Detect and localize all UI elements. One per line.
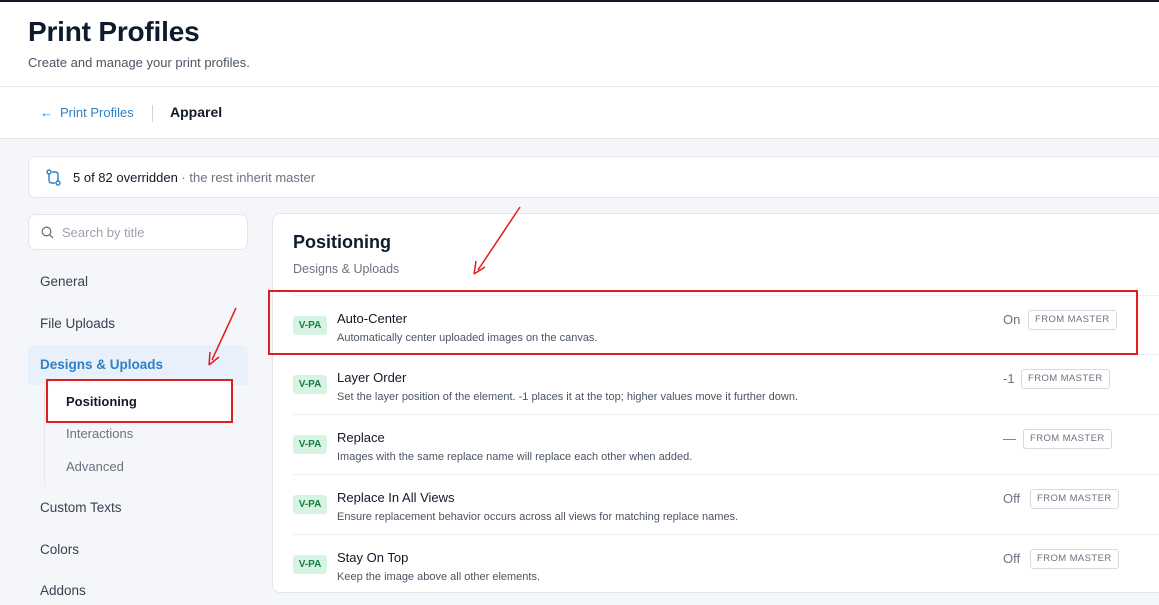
subnav-item-advanced[interactable]: Advanced xyxy=(66,459,124,474)
sidebar-item-colors[interactable]: Colors xyxy=(40,542,79,557)
setting-value: — xyxy=(1003,431,1016,446)
arrow-left-icon: ← xyxy=(40,105,53,120)
setting-value: Off xyxy=(1003,551,1021,566)
setting-badge: V-PA xyxy=(293,555,327,574)
setting-row[interactable]: V-PA Auto-Center Automatically center up… xyxy=(293,295,1159,355)
sidebar-item-general[interactable]: General xyxy=(40,274,88,289)
sidebar-item-addons[interactable]: Addons xyxy=(40,583,86,598)
search-icon xyxy=(41,226,54,239)
git-compare-icon xyxy=(46,169,61,186)
override-rest: · the rest inherit master xyxy=(177,170,316,185)
page-subtitle: Create and manage your print profiles. xyxy=(28,55,250,70)
from-master-tag[interactable]: FROM MASTER xyxy=(1030,489,1119,509)
setting-description: Images with the same replace name will r… xyxy=(337,451,693,463)
back-link[interactable]: ← Print Profiles xyxy=(40,105,134,120)
sidebar-item-designs-uploads[interactable]: Designs & Uploads xyxy=(40,357,163,372)
setting-row[interactable]: V-PA Replace In All Views Ensure replace… xyxy=(293,474,1159,534)
breadcrumb-divider xyxy=(152,105,153,122)
setting-description: Set the layer position of the element. -… xyxy=(337,391,799,403)
setting-description: Ensure replacement behavior occurs acros… xyxy=(337,511,739,523)
override-summary: 5 of 82 overridden · the rest inherit ma… xyxy=(73,170,315,185)
page-title: Print Profiles xyxy=(28,16,200,47)
breadcrumb-current: Apparel xyxy=(170,104,223,120)
setting-value: -1 xyxy=(1003,371,1015,386)
from-master-tag[interactable]: FROM MASTER xyxy=(1021,369,1110,389)
setting-badge: V-PA xyxy=(293,495,327,514)
search-input[interactable]: Search by title xyxy=(28,214,248,250)
setting-value: On xyxy=(1003,312,1021,327)
setting-description: Automatically center uploaded images on … xyxy=(337,332,598,344)
sidebar-item-custom-texts[interactable]: Custom Texts xyxy=(40,500,122,515)
setting-row[interactable]: V-PA Layer Order Set the layer position … xyxy=(293,354,1159,414)
breadcrumb: ← Print Profiles Apparel xyxy=(0,87,1159,139)
override-banner: 5 of 82 overridden · the rest inherit ma… xyxy=(28,156,1159,198)
from-master-tag[interactable]: FROM MASTER xyxy=(1028,310,1117,330)
setting-value: Off xyxy=(1003,491,1021,506)
panel-title: Positioning xyxy=(293,232,391,252)
sidebar-item-file-uploads[interactable]: File Uploads xyxy=(40,316,115,331)
from-master-tag[interactable]: FROM MASTER xyxy=(1030,549,1119,569)
setting-row[interactable]: V-PA Stay On Top Keep the image above al… xyxy=(293,534,1159,592)
setting-badge: V-PA xyxy=(293,435,327,454)
back-link-label: Print Profiles xyxy=(60,105,134,120)
page-header: Print Profiles Create and manage your pr… xyxy=(0,2,1159,87)
setting-name: Replace xyxy=(337,430,385,445)
setting-name: Layer Order xyxy=(337,370,407,385)
from-master-tag[interactable]: FROM MASTER xyxy=(1023,429,1112,449)
override-count: 5 of 82 overridden xyxy=(73,170,178,185)
setting-badge: V-PA xyxy=(293,375,327,394)
subnav-item-positioning[interactable]: Positioning xyxy=(66,394,137,409)
setting-name: Auto-Center xyxy=(337,311,408,326)
subnav-item-interactions[interactable]: Interactions xyxy=(66,426,133,441)
subnav-guide-line xyxy=(44,386,45,486)
search-placeholder: Search by title xyxy=(62,225,145,240)
setting-badge: V-PA xyxy=(293,316,327,335)
setting-name: Replace In All Views xyxy=(337,490,455,505)
setting-row[interactable]: V-PA Replace Images with the same replac… xyxy=(293,414,1159,474)
setting-description: Keep the image above all other elements. xyxy=(337,571,541,583)
panel-subtitle: Designs & Uploads xyxy=(293,262,400,276)
setting-name: Stay On Top xyxy=(337,550,409,565)
